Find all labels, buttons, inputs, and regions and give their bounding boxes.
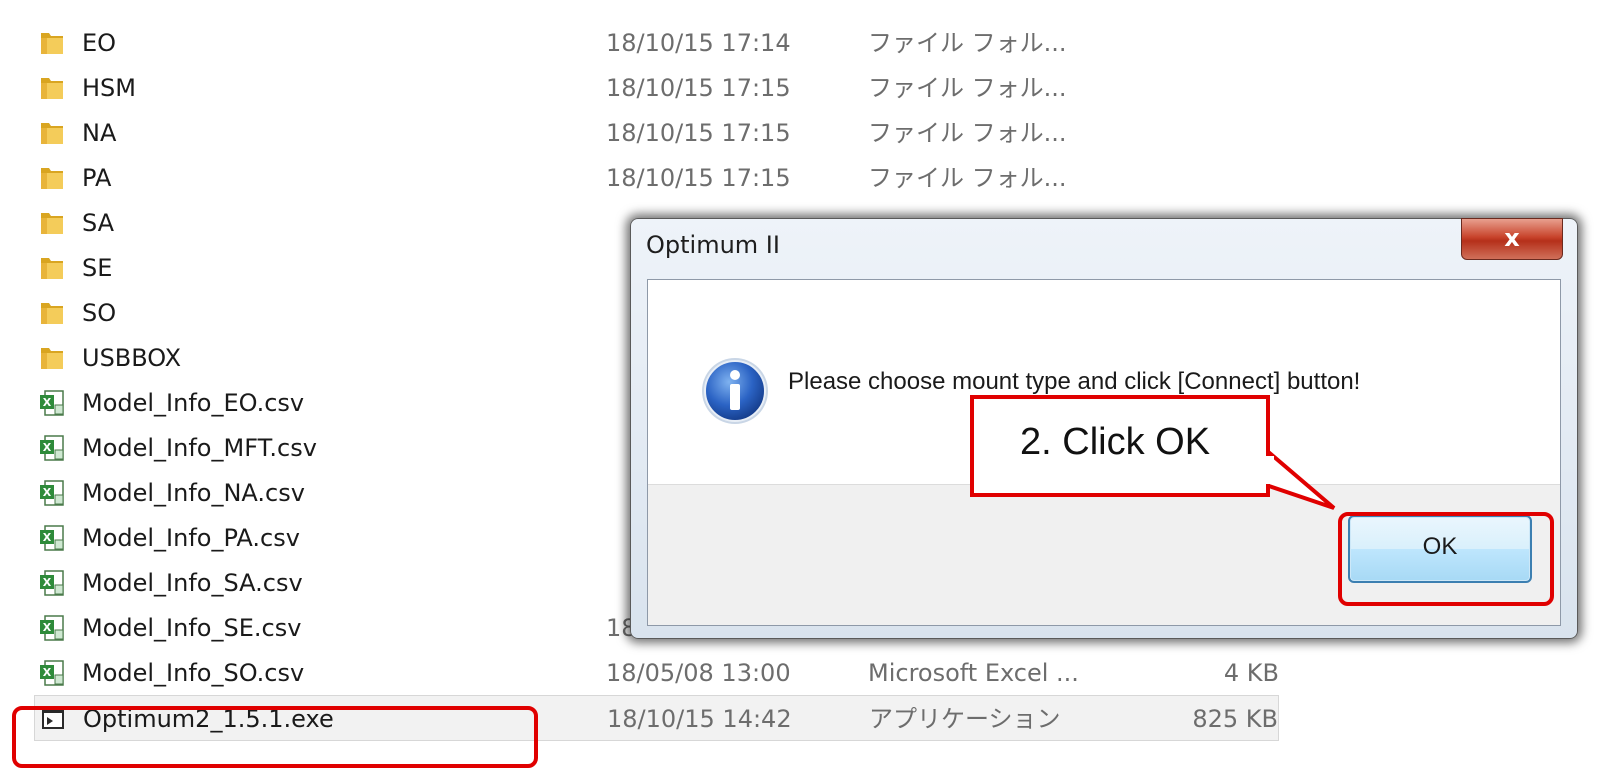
excel-csv-icon: X — [38, 659, 66, 687]
file-row[interactable]: HSM 18/10/15 17:15 ファイル フォル... — [34, 65, 1279, 111]
file-name: Model_Info_EO.csv — [82, 389, 305, 417]
file-row[interactable]: NA 18/10/15 17:15 ファイル フォル... — [34, 110, 1279, 156]
file-name: EO — [82, 29, 117, 57]
file-name: Model_Info_MFT.csv — [82, 434, 317, 462]
excel-csv-icon: X — [38, 389, 66, 417]
folder-icon — [38, 74, 66, 102]
dialog-message: Please choose mount type and click [Conn… — [788, 368, 1361, 395]
excel-csv-icon: X — [38, 524, 66, 552]
svg-text:X: X — [43, 486, 52, 499]
svg-text:X: X — [43, 666, 52, 679]
folder-icon — [38, 299, 66, 327]
folder-icon — [38, 119, 66, 147]
exe-highlight-box — [12, 706, 538, 768]
excel-csv-icon: X — [38, 614, 66, 642]
file-name: USBBOX — [82, 344, 182, 372]
folder-icon — [38, 29, 66, 57]
info-icon — [702, 358, 768, 424]
file-date: 18/05/08 13:00 — [606, 659, 791, 687]
ok-highlight-box — [1338, 512, 1554, 606]
folder-icon — [38, 254, 66, 282]
file-name: PA — [82, 164, 112, 192]
callout-join — [1262, 456, 1274, 484]
file-date: 18/10/15 17:15 — [606, 74, 791, 102]
file-name: Model_Info_PA.csv — [82, 524, 300, 552]
svg-text:X: X — [43, 531, 52, 544]
file-type: Microsoft Excel ... — [868, 659, 1079, 687]
file-name: SE — [82, 254, 113, 282]
svg-text:X: X — [43, 396, 52, 409]
callout-text: 2. Click OK — [1020, 421, 1211, 463]
svg-text:X: X — [43, 441, 52, 454]
excel-csv-icon: X — [38, 434, 66, 462]
file-name: Model_Info_SA.csv — [82, 569, 303, 597]
file-name: Model_Info_NA.csv — [82, 479, 305, 507]
file-date: 18/10/15 17:15 — [606, 164, 791, 192]
svg-text:X: X — [43, 621, 52, 634]
file-row[interactable]: PA 18/10/15 17:15 ファイル フォル... — [34, 155, 1279, 201]
file-name: NA — [82, 119, 117, 147]
folder-icon — [38, 164, 66, 192]
file-date: 18/10/15 14:42 — [607, 705, 792, 733]
file-date: 18/10/15 17:14 — [606, 29, 791, 57]
file-row[interactable]: X Model_Info_SO.csv 18/05/08 13:00 Microsof… — [34, 650, 1279, 696]
file-type: ファイル フォル... — [868, 29, 1067, 57]
svg-text:X: X — [43, 576, 52, 589]
excel-csv-icon: X — [38, 479, 66, 507]
file-name: HSM — [82, 74, 136, 102]
file-name: Model_Info_SO.csv — [82, 659, 305, 687]
file-name: Model_Info_SE.csv — [82, 614, 302, 642]
file-type: ファイル フォル... — [868, 74, 1067, 102]
dialog-title: Optimum II — [646, 231, 780, 259]
file-size: 825 KB — [1192, 705, 1278, 733]
folder-icon — [38, 209, 66, 237]
file-type: アプリケーション — [869, 705, 1061, 733]
file-row[interactable]: EO 18/10/15 17:14 ファイル フォル... — [34, 20, 1279, 66]
close-button[interactable]: x — [1461, 218, 1563, 260]
file-name: SA — [82, 209, 115, 237]
file-type: ファイル フォル... — [868, 164, 1067, 192]
file-date: 18/10/15 17:15 — [606, 119, 791, 147]
instruction-callout: 2. Click OK — [970, 395, 1270, 497]
folder-icon — [38, 344, 66, 372]
excel-csv-icon: X — [38, 569, 66, 597]
file-name: SO — [82, 299, 117, 327]
file-size: 4 KB — [1223, 659, 1279, 687]
file-type: ファイル フォル... — [868, 119, 1067, 147]
